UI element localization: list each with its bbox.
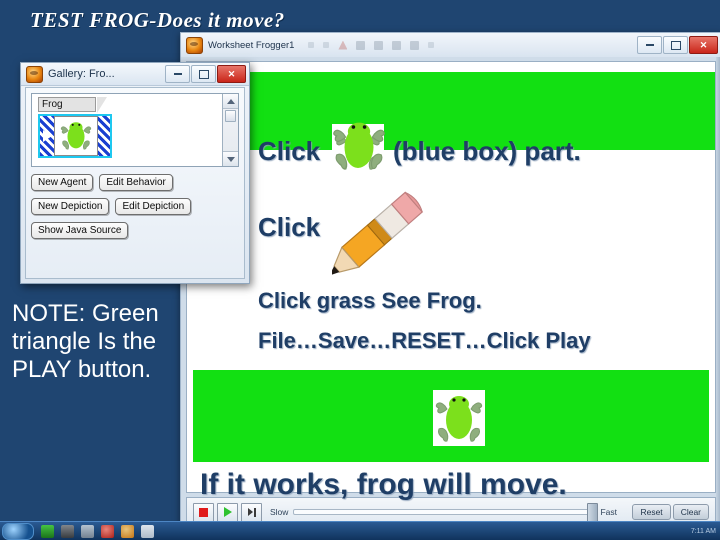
taskbar-clock: 7:11 AM	[690, 527, 716, 535]
gallery-tab-frog[interactable]: Frog	[38, 97, 107, 113]
frog-sprite-bottom[interactable]	[433, 390, 485, 446]
worksheet-titlebar[interactable]: Worksheet Frogger1 ✕	[181, 33, 720, 58]
taskbar-icon-4[interactable]	[101, 524, 114, 538]
gallery-window-title: Gallery: Fro...	[48, 68, 115, 80]
taskbar-icon-6[interactable]	[141, 524, 154, 538]
start-button[interactable]	[2, 522, 34, 540]
note-text: NOTE: Green triangle Is the PLAY button.	[12, 300, 159, 383]
minimize-button[interactable]	[165, 65, 190, 83]
edit-depiction-button[interactable]: Edit Depiction	[115, 198, 192, 215]
gallery-titlebar[interactable]: Gallery: Fro... ✕	[21, 63, 249, 86]
gallery-button-row-1: New Agent Edit Behavior	[31, 174, 239, 191]
clear-button[interactable]: Clear	[672, 504, 709, 520]
gallery-scrollbar[interactable]	[222, 94, 238, 166]
gallery-body: Frog New Agent Edit Behavior New Depicti…	[25, 87, 245, 279]
close-button[interactable]: ✕	[689, 36, 718, 54]
instruction-file-save: File…Save…RESET…Click Play	[258, 328, 591, 353]
speed-slider[interactable]	[293, 503, 599, 523]
scroll-up-icon[interactable]	[223, 94, 238, 109]
scrollbar-thumb[interactable]	[225, 110, 236, 122]
frogger-app-icon	[186, 36, 203, 54]
slide-canvas: TEST FROG-Does it move? Worksheet Frogge…	[0, 0, 720, 540]
worksheet-toolbar-ghost	[308, 40, 636, 50]
edit-behavior-button[interactable]: Edit Behavior	[99, 174, 173, 191]
taskbar-icon-5[interactable]	[121, 524, 134, 538]
step-button[interactable]	[241, 502, 262, 522]
scroll-down-icon[interactable]	[223, 151, 238, 166]
stop-button[interactable]	[193, 502, 214, 522]
instruction-blue-box: (blue box) part.	[393, 136, 581, 166]
gallery-button-row-2: New Depiction Edit Depiction	[31, 198, 239, 215]
instruction-frog-will-move: If it works, frog will move.	[200, 468, 567, 501]
gallery-cell-frog-depiction[interactable]	[38, 114, 112, 158]
gallery-depiction-list[interactable]: Frog	[31, 93, 239, 167]
worksheet-window-title: Worksheet Frogger1	[208, 39, 295, 51]
new-depiction-button[interactable]: New Depiction	[31, 198, 110, 215]
pencil-icon	[332, 186, 436, 278]
speed-slider-knob[interactable]	[587, 503, 599, 523]
new-agent-button[interactable]: New Agent	[31, 174, 94, 191]
taskbar-icon-1[interactable]	[41, 524, 54, 538]
maximize-button[interactable]	[663, 36, 688, 54]
maximize-button[interactable]	[191, 65, 216, 83]
worksheet-window-controls[interactable]: ✕	[636, 36, 718, 54]
instruction-click-grass: Click grass See Frog.	[258, 288, 482, 313]
slow-label: Slow	[270, 507, 289, 517]
fast-label: Fast	[600, 507, 617, 517]
worksheet-window[interactable]: Worksheet Frogger1 ✕ Slow Fast Reset Cle…	[180, 32, 720, 534]
reset-button[interactable]: Reset	[632, 504, 671, 520]
play-button[interactable]	[217, 502, 238, 522]
os-taskbar[interactable]: 7:11 AM	[0, 521, 720, 540]
gallery-button-row-3: Show Java Source	[31, 222, 239, 239]
gallery-window-controls[interactable]: ✕	[164, 65, 246, 83]
taskbar-icon-2[interactable]	[61, 524, 74, 538]
close-button[interactable]: ✕	[217, 65, 246, 83]
worksheet-canvas[interactable]	[186, 61, 716, 493]
toolbar-right-buttons[interactable]: Reset Clear	[632, 504, 709, 520]
frog-icon	[330, 118, 388, 179]
instruction-click-frog: Click	[258, 136, 321, 166]
frogger-app-icon	[26, 65, 43, 83]
show-java-source-button[interactable]: Show Java Source	[31, 222, 129, 239]
page-title: TEST FROG-Does it move?	[30, 8, 285, 32]
frog-thumbnail-icon	[54, 116, 98, 156]
play-triangle-icon	[43, 130, 52, 142]
canvas-right-scrollbar[interactable]	[716, 57, 720, 533]
instruction-click-pencil: Click	[258, 212, 321, 242]
taskbar-icon-3[interactable]	[81, 524, 94, 538]
minimize-button[interactable]	[637, 36, 662, 54]
gallery-dialog[interactable]: Gallery: Fro... ✕ Frog New Agent Edit Be…	[20, 62, 250, 284]
